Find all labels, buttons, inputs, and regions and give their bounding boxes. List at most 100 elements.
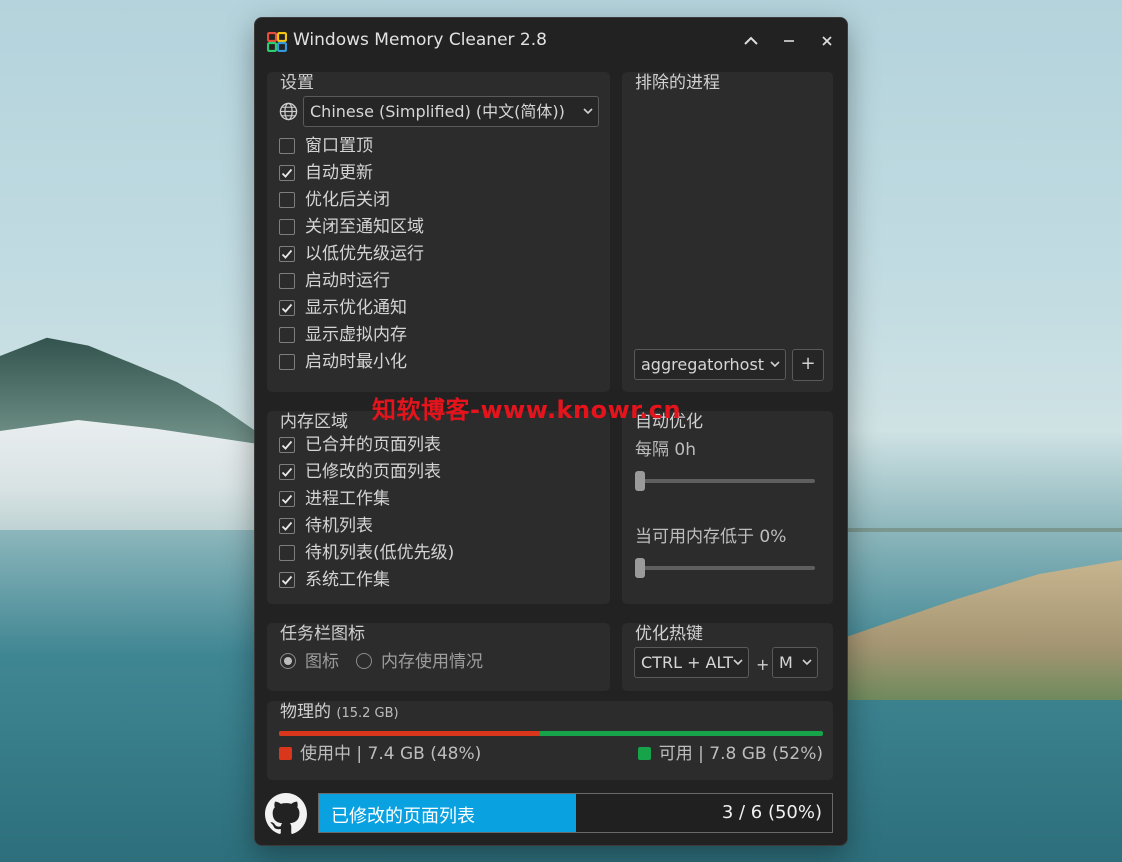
chevron-down-icon xyxy=(733,659,743,666)
process-value: aggregatorhost xyxy=(641,355,765,374)
tray-option-memory-usage[interactable]: 内存使用情况 xyxy=(356,651,506,675)
radio-label: 图标 xyxy=(305,652,339,672)
checkbox-label: 待机列表(低优先级) xyxy=(305,543,455,563)
globe-icon xyxy=(279,102,298,121)
chevron-up-icon xyxy=(744,36,758,45)
checkbox-label: 关闭至通知区域 xyxy=(305,217,424,237)
watermark-text: 知软博客-www.knowr.cn xyxy=(372,396,682,424)
title-bar[interactable]: Windows Memory Cleaner 2.8 xyxy=(255,18,847,64)
setting-option[interactable]: 关闭至通知区域 xyxy=(279,216,599,240)
wallpaper-horizon xyxy=(846,528,1122,532)
checkmark-icon xyxy=(281,575,293,585)
app-window: Windows Memory Cleaner 2.8 设置 Chinese (S… xyxy=(254,17,848,846)
checkbox[interactable] xyxy=(279,327,295,343)
minimize-icon xyxy=(784,40,794,42)
checkbox[interactable] xyxy=(279,300,295,316)
physical-total: (15.2 GB) xyxy=(336,706,399,721)
setting-option[interactable]: 窗口置顶 xyxy=(279,135,599,159)
tray-option-icon[interactable]: 图标 xyxy=(280,651,350,675)
memory-area-option[interactable]: 待机列表(低优先级) xyxy=(279,542,599,566)
checkmark-icon xyxy=(281,494,293,504)
settings-title: 设置 xyxy=(280,73,314,93)
checkbox[interactable] xyxy=(279,219,295,235)
excluded-processes-panel: 排除的进程 aggregatorhost + xyxy=(622,72,833,392)
interval-slider[interactable] xyxy=(635,471,815,491)
radio-button[interactable] xyxy=(280,653,296,669)
memory-usage-bar xyxy=(279,731,823,736)
wallpaper-island xyxy=(846,560,1122,700)
checkbox-label: 优化后关闭 xyxy=(305,190,390,210)
checkbox[interactable] xyxy=(279,165,295,181)
checkbox-label: 显示虚拟内存 xyxy=(305,325,407,345)
language-select[interactable]: Chinese (Simplified) (中文(简体)) xyxy=(303,96,599,127)
checkbox[interactable] xyxy=(279,192,295,208)
memory-free-legend: 可用 | 7.8 GB (52%) xyxy=(637,743,823,765)
memory-areas-title: 内存区域 xyxy=(280,412,348,432)
checkbox[interactable] xyxy=(279,138,295,154)
slider-thumb[interactable] xyxy=(635,471,645,491)
collapse-button[interactable] xyxy=(737,28,765,54)
checkbox[interactable] xyxy=(279,464,295,480)
setting-option[interactable]: 显示虚拟内存 xyxy=(279,324,599,348)
memory-used-fill xyxy=(279,731,541,736)
close-button[interactable] xyxy=(813,28,841,54)
checkmark-icon xyxy=(281,168,293,178)
checkbox[interactable] xyxy=(279,572,295,588)
memory-area-option[interactable]: 待机列表 xyxy=(279,515,599,539)
checkbox-label: 已合并的页面列表 xyxy=(305,435,441,455)
setting-option[interactable]: 自动更新 xyxy=(279,162,599,186)
slider-track xyxy=(635,479,815,483)
checkbox[interactable] xyxy=(279,437,295,453)
physical-title-text: 物理的 xyxy=(280,702,331,722)
close-icon xyxy=(822,36,832,46)
memory-area-option[interactable]: 进程工作集 xyxy=(279,488,599,512)
hotkey-modifier-select[interactable]: CTRL + ALT xyxy=(634,647,749,678)
checkbox-label: 窗口置顶 xyxy=(305,136,373,156)
threshold-label: 当可用内存低于 0% xyxy=(635,527,787,547)
radio-label: 内存使用情况 xyxy=(381,652,483,672)
checkbox-label: 系统工作集 xyxy=(305,570,390,590)
progress-label: 已修改的页面列表 xyxy=(331,806,475,827)
checkbox[interactable] xyxy=(279,491,295,507)
free-swatch xyxy=(637,747,651,760)
hotkey-key-select[interactable]: M xyxy=(772,647,818,678)
hotkey-panel: 优化热键 CTRL + ALT + M xyxy=(622,623,833,691)
memory-area-option[interactable]: 系统工作集 xyxy=(279,569,599,593)
checkbox[interactable] xyxy=(279,273,295,289)
process-select[interactable]: aggregatorhost xyxy=(634,349,786,380)
github-icon[interactable] xyxy=(265,793,307,835)
threshold-slider[interactable] xyxy=(635,558,815,578)
physical-title: 物理的 (15.2 GB) xyxy=(280,697,399,722)
checkbox[interactable] xyxy=(279,518,295,534)
language-value: Chinese (Simplified) (中文(简体)) xyxy=(310,102,565,121)
used-label: 使用中 | 7.4 GB (48%) xyxy=(300,744,482,764)
checkmark-icon xyxy=(281,440,293,450)
checkmark-icon xyxy=(281,249,293,259)
setting-option[interactable]: 启动时运行 xyxy=(279,270,599,294)
memory-area-option[interactable]: 已合并的页面列表 xyxy=(279,434,599,458)
checkbox[interactable] xyxy=(279,246,295,262)
memory-area-option[interactable]: 已修改的页面列表 xyxy=(279,461,599,485)
physical-memory-panel: 物理的 (15.2 GB) 使用中 | 7.4 GB (48%) 可用 | 7.… xyxy=(267,701,833,780)
minimize-button[interactable] xyxy=(775,28,803,54)
checkbox-label: 已修改的页面列表 xyxy=(305,462,441,482)
setting-option[interactable]: 显示优化通知 xyxy=(279,297,599,321)
setting-option[interactable]: 优化后关闭 xyxy=(279,189,599,213)
memory-used-legend: 使用中 | 7.4 GB (48%) xyxy=(279,743,481,765)
used-swatch xyxy=(279,747,292,760)
setting-option[interactable]: 以低优先级运行 xyxy=(279,243,599,267)
radio-button[interactable] xyxy=(356,653,372,669)
setting-option[interactable]: 启动时最小化 xyxy=(279,351,599,375)
checkbox[interactable] xyxy=(279,354,295,370)
checkbox-label: 启动时运行 xyxy=(305,271,390,291)
add-process-button[interactable]: + xyxy=(792,349,824,381)
memory-areas-panel: 内存区域 已合并的页面列表 已修改的页面列表进程工作集待机列表待机列表(低优先级)… xyxy=(267,411,610,604)
slider-thumb[interactable] xyxy=(635,558,645,578)
chevron-down-icon xyxy=(583,108,593,115)
checkbox[interactable] xyxy=(279,545,295,561)
optimization-progress: 已修改的页面列表 3 / 6 (50%) xyxy=(318,793,833,833)
progress-count: 3 / 6 (50%) xyxy=(721,802,822,823)
checkbox-label: 显示优化通知 xyxy=(305,298,407,318)
app-logo-icon xyxy=(267,32,287,52)
hotkey-title: 优化热键 xyxy=(635,624,703,644)
